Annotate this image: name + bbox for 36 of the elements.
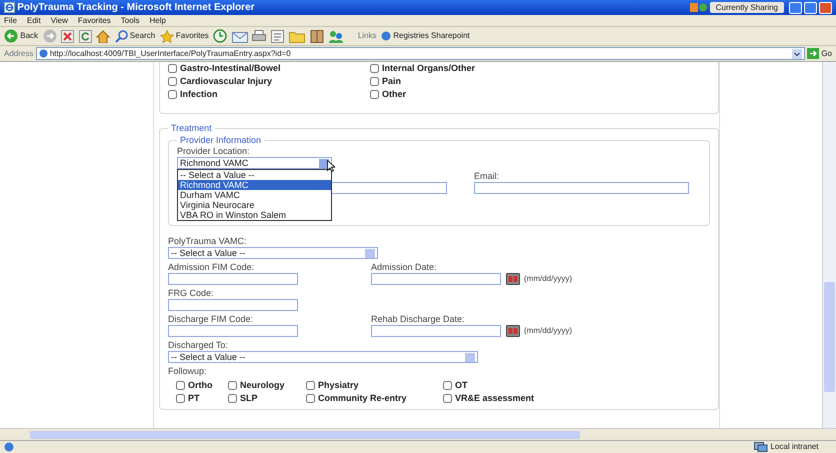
checkbox-label: SLP — [240, 392, 258, 405]
section-title: Provider Information — [179, 134, 262, 146]
field-label: Admission Date: — [371, 262, 438, 273]
checkbox-label: Internal Organs/Other — [382, 62, 476, 75]
checkbox-label: Gastro-Intestinal/Bowel — [180, 62, 281, 75]
field-label: FRG Code: — [168, 288, 215, 299]
field-label: PolyTrauma VAMC: — [168, 236, 248, 247]
address-label: Address — [4, 48, 34, 60]
select-value: -- Select a Value -- — [171, 352, 246, 362]
section-title: Treatment — [170, 122, 213, 134]
window-title: PolyTrauma Tracking - Microsoft Internet Explorer — [17, 1, 255, 15]
checkbox-label: Physiatry — [318, 379, 359, 392]
field-label: Admission FIM Code: — [168, 262, 256, 273]
checkbox-label: Other — [382, 88, 406, 101]
checkbox-label: Community Re-entry — [318, 392, 407, 405]
field-label: Discharge FIM Code: — [168, 314, 254, 325]
checkbox-label: Pain — [382, 75, 402, 88]
date-format-hint: (mm/dd/yyyy) — [524, 325, 572, 337]
field-label: Followup: — [168, 366, 208, 377]
field-label: Email: — [474, 171, 500, 182]
select-value: -- Select a Value -- — [171, 248, 246, 258]
checkbox-label: Neurology — [240, 379, 285, 392]
field-label: Discharged To: — [168, 340, 229, 351]
field-label: Provider Location: — [177, 146, 251, 157]
security-zone: Local intranet — [770, 441, 818, 453]
checkbox-label: VR&E assessment — [455, 392, 534, 405]
field-label: Rehab Discharge Date: — [371, 314, 466, 325]
date-format-hint: (mm/dd/yyyy) — [524, 273, 572, 285]
checkbox-label: Cardiovascular Injury — [180, 75, 272, 88]
select-value: Richmond VAMC — [180, 158, 248, 168]
sharing-status: Currently Sharing — [710, 2, 784, 13]
checkbox-label: OT — [455, 379, 468, 392]
checkbox-label: PT — [188, 392, 200, 405]
links-label: Links — [358, 30, 376, 42]
checkbox-label: Ortho — [188, 379, 212, 392]
checkbox-label: Infection — [180, 88, 218, 101]
